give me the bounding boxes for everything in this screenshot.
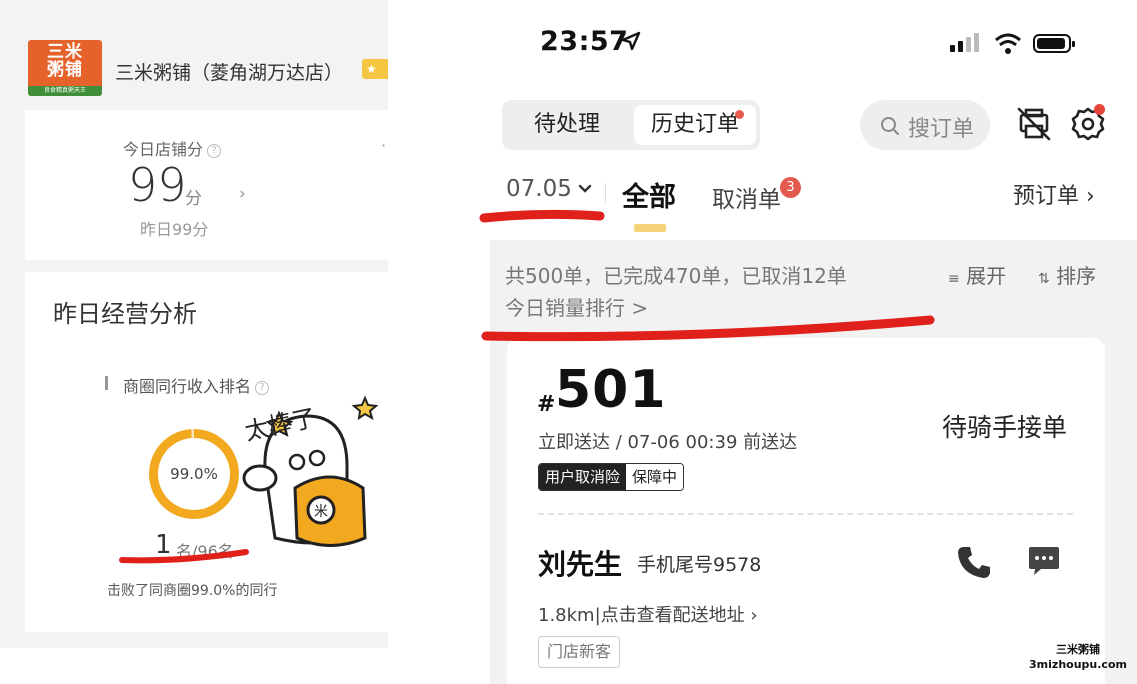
rank-percent: 99.0% [170,465,218,483]
sort-label: 排序 [1056,264,1097,288]
active-tab-indicator [634,224,666,232]
search-input[interactable]: 搜订单 [860,100,990,150]
order-summary: 共500单，已完成470单，已取消12单 [505,264,847,288]
delivery-address-link[interactable]: 1.8km|点击查看配送地址 › [538,601,758,627]
tab-pending[interactable]: 待处理 [502,100,632,150]
yesterday-score: 昨日99分 [140,220,209,239]
analysis-title: 昨日经营分析 [53,300,197,328]
signal-icon [950,33,979,52]
watermark-line1: 三米粥铺 [1056,643,1100,656]
insurance-tag: 用户取消险 保障中 [538,463,685,491]
tab-preorder[interactable]: 预订单 › [1013,178,1095,210]
orders-screen: 23:57 待处理 历史订单 搜订单 07.05 全部 取消单 3 预订单 › … [490,0,1137,684]
store-name[interactable]: 三米粥铺（菱角湖万达店） [115,58,343,85]
rank-value: 1 [155,530,172,560]
watermark-line2: 3mizhoupu.com [1029,658,1127,671]
tab-cancelled[interactable]: 取消单 [712,180,781,214]
store-score-unit: 分 [185,189,202,209]
watermark: 三米粥铺 3mizhoupu.com [1022,642,1134,672]
store-badge: ★ [362,59,388,79]
section-bar [105,376,108,390]
chevron-down-icon[interactable] [578,184,592,194]
left-bottom-strip [0,648,388,684]
insurance-tag-label: 用户取消险 [539,464,627,490]
store-logo: 三米 粥铺 良食精真粥天王 [28,40,102,96]
store-score-card[interactable]: 今日店铺分? 99 分 › 昨日99分 · [25,110,388,260]
delivery-time: 立即送达 / 07-06 00:39 前送达 [538,432,798,453]
rank-label-text: 商圈同行收入排名 [123,377,252,396]
cancel-count-badge: 3 [780,177,801,198]
order-number: 501 [555,360,667,420]
store-header: 三米 粥铺 良食精真粥天王 三米粥铺（菱角湖万达店） ★ [0,0,388,105]
new-customer-tag: 门店新客 [538,636,621,668]
tab-all[interactable]: 全部 [622,175,676,214]
wifi-icon [995,33,1021,54]
order-segment-control: 待处理 历史订单 [502,100,760,150]
store-logo-tagline: 良食精真粥天王 [28,86,102,96]
phone-icon[interactable] [955,543,993,581]
settings-notification-dot [1094,104,1105,115]
status-time: 23:57 [540,26,629,57]
insurance-tag-status: 保障中 [626,464,684,490]
customer-name: 刘先生 [538,548,623,581]
chevron-right-icon[interactable]: › [239,184,246,204]
store-score-value: 99 [128,158,187,212]
sort-icon: ⇅ [1038,271,1050,287]
store-logo-text: 三米 粥铺 [47,42,83,80]
rank-of-total: 名/96名 [176,542,234,561]
expand-button[interactable]: ≡ 展开 [948,260,1006,289]
store-score-label-text: 今日店铺分 [123,140,204,159]
date-selector[interactable]: 07.05 [506,176,572,202]
search-placeholder: 搜订单 [908,117,975,142]
divider [538,513,1073,515]
svg-text:米: 米 [314,504,328,520]
yesterday-analysis-card: 昨日经营分析 商圈同行收入排名? 99.0% 1 名/96名 击败了同商圈99.… [25,272,388,632]
printer-off-icon[interactable] [1016,106,1052,142]
battery-icon [1033,34,1075,53]
search-icon [881,117,899,135]
order-hash: # [537,392,556,417]
tab-divider [605,183,606,203]
status-icons [950,33,1075,54]
sales-rank-link[interactable]: 今日销量排行 > [505,292,648,321]
store-score-label: 今日店铺分? [123,136,222,160]
order-card[interactable]: # 501 待骑手接单 立即送达 / 07-06 00:39 前送达 用户取消险… [507,338,1105,684]
message-icon[interactable] [1027,544,1061,578]
store-dashboard-panel: 三米 粥铺 良食精真粥天王 三米粥铺（菱角湖万达店） ★ 今日店铺分? 99 分… [0,0,388,684]
beat-text: 击败了同商圈99.0%的同行 [107,583,278,599]
help-icon[interactable]: ? [207,143,222,158]
rank-ring-chart: 99.0% [149,429,239,519]
expand-label: 展开 [966,264,1007,288]
location-arrow-icon [621,31,641,51]
cropped-text: · [381,136,387,155]
sort-button[interactable]: ⇅ 排序 [1038,260,1096,289]
customer-phone: 手机尾号9578 [637,554,762,576]
mascot-sticker: 米 太棒了 [242,395,379,547]
list-icon: ≡ [948,271,960,287]
notification-dot [735,110,744,119]
order-status: 待骑手接单 [942,413,1068,442]
